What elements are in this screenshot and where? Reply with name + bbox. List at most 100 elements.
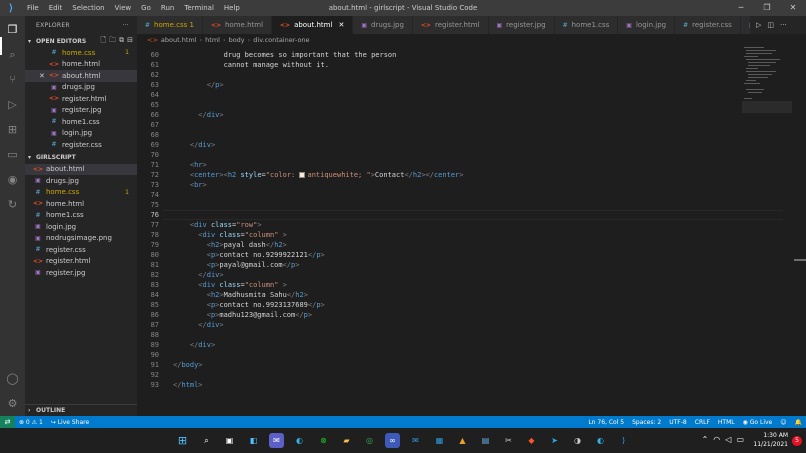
code-line[interactable]: 87 </div>	[137, 320, 757, 330]
language-mode[interactable]: HTML	[714, 419, 739, 426]
menu-terminal[interactable]: Terminal	[179, 0, 219, 16]
file-item[interactable]: # home1.css	[25, 116, 137, 128]
file-item[interactable]: ▣ register.jpg	[25, 267, 137, 279]
breadcrumb-item[interactable]: div.container-one	[253, 36, 309, 44]
code-line[interactable]: 72 <center><h2 style="color: antiquewhit…	[137, 170, 757, 180]
tab-home-html[interactable]: <> home.html	[202, 16, 273, 34]
code-line[interactable]: 66 </div>	[137, 110, 757, 120]
run-icon[interactable]: ▷	[756, 21, 761, 29]
discord-icon[interactable]: ◑	[570, 433, 585, 448]
live-share-button[interactable]: ↪ Live Share	[47, 419, 93, 426]
folder-header[interactable]: ▾ GIRLSCRIPT	[25, 152, 137, 164]
notifications-bell-icon[interactable]: 🔔	[791, 419, 806, 426]
code-line[interactable]: 64	[137, 90, 757, 100]
breadcrumb-item[interactable]: html	[205, 36, 220, 44]
code-line[interactable]: 75	[137, 200, 757, 210]
close-window-button[interactable]: ✕	[780, 0, 806, 16]
code-line[interactable]: 77 <div class="row">	[137, 220, 757, 230]
file-item[interactable]: ▣ nodrugsimage.png	[25, 233, 137, 245]
volume-icon[interactable]: ◁	[725, 435, 731, 444]
menu-help[interactable]: Help	[219, 0, 245, 16]
notepad-icon[interactable]: ▤	[478, 433, 493, 448]
code-line[interactable]: 89 </div>	[137, 340, 757, 350]
code-line[interactable]: 83 <div class="column" >	[137, 280, 757, 290]
outline-header[interactable]: › OUTLINE	[25, 404, 137, 416]
menu-run[interactable]: Run	[156, 0, 179, 16]
close-editor-icon[interactable]: ✕	[39, 72, 45, 80]
menu-file[interactable]: File	[22, 0, 44, 16]
file-item[interactable]: ▣ login.jpg	[25, 221, 137, 233]
indentation[interactable]: Spaces: 2	[628, 419, 665, 426]
tab-register-css[interactable]: # register.css	[675, 16, 741, 34]
explorer-icon[interactable]: ❐	[5, 22, 20, 37]
code-line[interactable]: 63 </p>	[137, 80, 757, 90]
remote-explorer-icon[interactable]: ▭	[5, 147, 20, 162]
code-line[interactable]: 73 <br>	[137, 180, 757, 190]
run-debug-icon[interactable]: ▷	[5, 97, 20, 112]
chevron-up-icon[interactable]: ⌃	[702, 435, 709, 444]
code-line[interactable]: 92	[137, 370, 757, 380]
chrome-icon[interactable]: ◎	[362, 433, 377, 448]
widgets-icon[interactable]: ◧	[246, 433, 261, 448]
file-item[interactable]: ▣ drugs.jpg	[25, 175, 137, 187]
new-file-icon[interactable]: 🗋	[100, 36, 106, 47]
vscode-taskbar-icon[interactable]: ⟩	[616, 433, 631, 448]
brave-icon[interactable]: ◆	[524, 433, 539, 448]
encoding[interactable]: UTF-8	[665, 419, 691, 426]
mail-icon[interactable]: ✉	[408, 433, 423, 448]
split-editor-icon[interactable]: ◫	[767, 21, 774, 29]
code-line[interactable]: 62	[137, 70, 757, 80]
code-line[interactable]: 81 <p>payal@gmail.com</p>	[137, 260, 757, 270]
source-control-icon[interactable]: ⑂	[5, 72, 20, 87]
file-item[interactable]: # register.css	[25, 244, 137, 256]
file-item[interactable]: # home1.css	[25, 210, 137, 222]
file-item[interactable]: # home.css 1	[25, 187, 137, 199]
calculator-icon[interactable]: ▦	[432, 433, 447, 448]
code-line[interactable]: 69 </div>	[137, 140, 757, 150]
minimize-button[interactable]: ─	[728, 0, 754, 16]
code-line[interactable]: 88	[137, 330, 757, 340]
edge-dev-icon[interactable]: ◐	[593, 433, 608, 448]
close-all-icon[interactable]: ⊟	[127, 36, 133, 47]
file-item[interactable]: <> register.html	[25, 256, 137, 268]
maximize-button[interactable]: ❐	[754, 0, 780, 16]
telegram-icon[interactable]: ➤	[547, 433, 562, 448]
search-icon[interactable]: ⌕	[199, 433, 214, 448]
file-item[interactable]: # home.css 1	[25, 47, 137, 59]
more-actions-icon[interactable]: ···	[780, 21, 787, 29]
snipping-tool-icon[interactable]: ✂	[501, 433, 516, 448]
accounts-icon[interactable]: ◯	[5, 371, 20, 386]
new-folder-icon[interactable]: 🗀	[109, 36, 116, 47]
battery-icon[interactable]: ▭	[736, 435, 744, 444]
live-share-icon[interactable]: ↻	[5, 197, 20, 212]
file-item[interactable]: <> home.html	[25, 59, 137, 71]
breadcrumb-item[interactable]: body	[229, 36, 245, 44]
code-line[interactable]: 70	[137, 150, 757, 160]
code-line[interactable]: 85 <p>contact no.9923137689</p>	[137, 300, 757, 310]
line-ending[interactable]: CRLF	[691, 419, 714, 426]
menu-go[interactable]: Go	[136, 0, 156, 16]
menu-view[interactable]: View	[110, 0, 137, 16]
file-item[interactable]: ▣ register.jpg	[25, 105, 137, 117]
go-live-button[interactable]: ◉ Go Live	[739, 419, 777, 426]
search-icon[interactable]: ⌕	[5, 47, 20, 62]
file-explorer-icon[interactable]: ▰	[339, 433, 354, 448]
code-line[interactable]: 84 <h2>Madhusmita Sahu</h2>	[137, 290, 757, 300]
file-item[interactable]: # register.css	[25, 139, 137, 151]
menu-edit[interactable]: Edit	[44, 0, 68, 16]
save-all-icon[interactable]: ⧉	[119, 36, 124, 47]
editor-scrollbar[interactable]	[794, 45, 806, 416]
settings-gear-icon[interactable]: ⚙	[5, 396, 20, 411]
code-line[interactable]: 82 </div>	[137, 270, 757, 280]
file-item[interactable]: <> register.html	[25, 93, 137, 105]
code-line[interactable]: 78 <div class="column" >	[137, 230, 757, 240]
code-line[interactable]: 74	[137, 190, 757, 200]
code-line[interactable]: 91 </body>	[137, 360, 757, 370]
xbox-icon[interactable]: ⊗	[316, 433, 331, 448]
tab-login-jpg[interactable]: ▣ login.jpg	[618, 16, 676, 34]
github-icon[interactable]: ◉	[5, 172, 20, 187]
file-item[interactable]: <> about.html	[25, 163, 137, 175]
explorer-more-button[interactable]: ···	[122, 22, 129, 29]
code-line[interactable]: 93 </html>	[137, 380, 757, 390]
visual-studio-icon[interactable]: ∞	[385, 433, 400, 448]
